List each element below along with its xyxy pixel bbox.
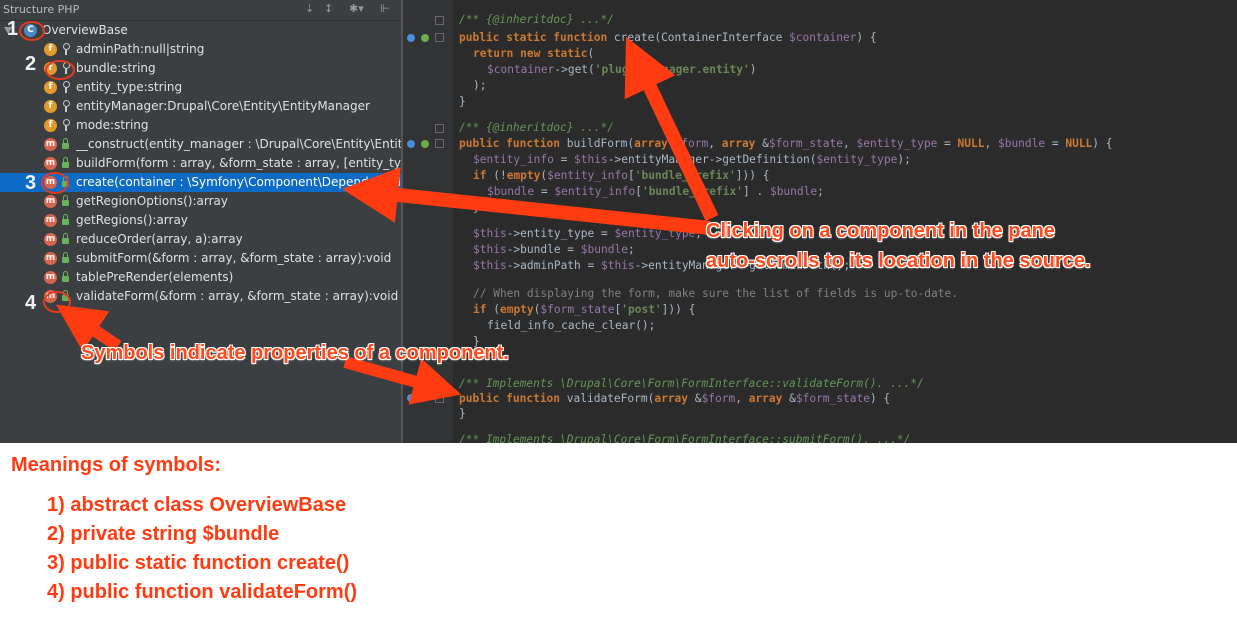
callout-pane-line2: auto-scrolls to its location in the sour… — [706, 250, 1091, 272]
legend-item-2: 2) private string $bundle — [47, 523, 280, 545]
legend-item-4: 4) public function validateForm() — [47, 581, 358, 603]
ide-window: Structure PHP ⇣ ↕ ✱▾ ⊩ C OverviewBase f adm… — [0, 0, 1237, 443]
circle-marker-3 — [41, 172, 69, 194]
circle-marker-4 — [43, 291, 71, 313]
callout-symbols: Symbols indicate properties of a compone… — [81, 342, 509, 364]
legend-item-1: 1) abstract class OverviewBase — [47, 494, 347, 516]
legend-title: Meanings of symbols: — [11, 454, 222, 476]
callout-pane-line1: Clicking on a component in the pane — [706, 220, 1055, 242]
arrow-to-validate — [343, 356, 462, 405]
legend-item-3: 3) public static function create() — [47, 552, 350, 574]
arrow-to-source — [624, 36, 719, 222]
circle-marker-2 — [45, 60, 75, 80]
arrow-to-tree-row — [342, 167, 711, 235]
circle-marker-1 — [19, 21, 45, 41]
